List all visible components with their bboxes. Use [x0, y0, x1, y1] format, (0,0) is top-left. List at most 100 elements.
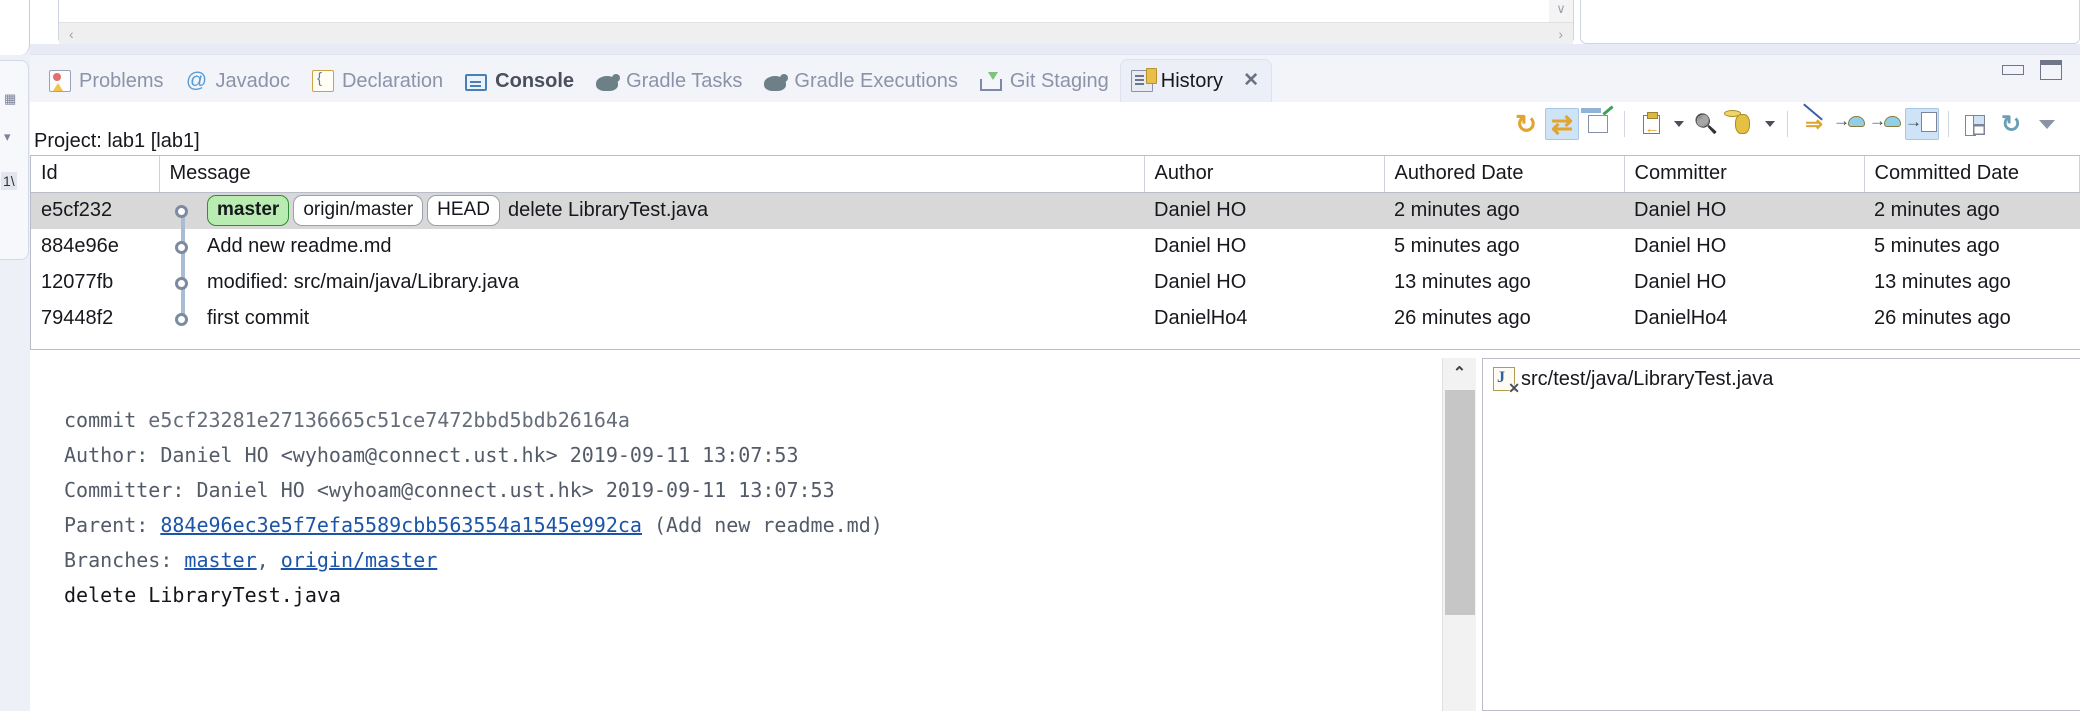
filter-dropdown-icon[interactable]: [1761, 108, 1778, 140]
view-window-controls: [2002, 60, 2062, 80]
show-comment-icon[interactable]: [1905, 108, 1939, 140]
detail-vertical-scrollbar[interactable]: ⌃: [1442, 358, 1476, 711]
commit-message-text: modified: src/main/java/Library.java: [207, 271, 519, 293]
filter-icon[interactable]: [1725, 108, 1759, 140]
layout-columns-icon[interactable]: [1958, 108, 1992, 140]
ref-badge-master[interactable]: master: [207, 195, 290, 226]
commit-detail-split: commit e5cf23281e27136665c51ce7472bbd5bd…: [30, 352, 2080, 711]
tab-git-staging[interactable]: Git Staging: [969, 59, 1120, 103]
scroll-up-icon[interactable]: ⌃: [1443, 358, 1476, 388]
commit-id: e5cf232: [31, 192, 159, 229]
editor-vertical-scrollbar[interactable]: ∨: [1549, 0, 1573, 22]
commit-author: Daniel HO: [1144, 192, 1384, 229]
scroll-left-icon[interactable]: ‹: [69, 26, 74, 42]
table-row[interactable]: 884e96e Add new readme.md Daniel HO 5 minut…: [31, 228, 2080, 265]
commit-graph-node: [159, 264, 207, 301]
column-header-committed-date[interactable]: Committed Date: [1864, 156, 2080, 193]
commit-committed-date: 13 minutes ago: [1874, 271, 2011, 293]
select-repository-icon[interactable]: [1634, 108, 1668, 140]
tab-label: Javadoc: [215, 69, 290, 92]
column-header-authored-date[interactable]: Authored Date: [1384, 156, 1625, 193]
git-staging-icon: [979, 71, 1002, 91]
history-icon: [1130, 68, 1157, 92]
detail-parent-suffix: (Add new readme.md): [641, 513, 883, 537]
tab-label: Console: [495, 69, 575, 92]
tab-label: Declaration: [341, 69, 444, 92]
commit-committer: Daniel HO: [1624, 192, 1864, 229]
tab-history[interactable]: History ✕: [1119, 59, 1273, 103]
refresh-icon[interactable]: [1509, 108, 1543, 140]
scrollbar-thumb[interactable]: [1445, 390, 1475, 615]
view-tab-bar: Problems @ Javadoc Declaration Console Gradle…: [30, 54, 2080, 103]
commit-message-cell: modified: src/main/java/Library.java: [159, 264, 1144, 301]
gradle-tasks-icon: [596, 73, 621, 91]
console-icon: [465, 73, 488, 91]
toolbar-separator: [1948, 111, 1949, 137]
reverse-sort-icon[interactable]: [1994, 108, 2028, 140]
show-first-parent-icon[interactable]: [1833, 108, 1867, 140]
commit-committed-date: 26 minutes ago: [1874, 307, 2011, 329]
history-toolbar: [30, 102, 2080, 146]
view-menu-icon[interactable]: [2030, 108, 2064, 140]
show-additional-refs-icon[interactable]: [1869, 108, 1903, 140]
tab-problems[interactable]: Problems: [38, 59, 174, 103]
editor-panel-partial: ∨ ‹ ›: [58, 0, 1574, 45]
select-repository-dropdown-icon[interactable]: [1670, 108, 1687, 140]
commit-message-text: Add new readme.md: [207, 235, 392, 257]
maximize-view-button[interactable]: [2040, 60, 2062, 80]
ref-badge-head[interactable]: HEAD: [427, 195, 500, 226]
detail-commit-hash: e5cf23281e27136665c51ce7472bbd5bdb26164a: [148, 408, 630, 432]
column-header-id[interactable]: Id: [31, 156, 160, 193]
java-file-deleted-icon: [1493, 367, 1520, 395]
editor-canvas: [59, 0, 1549, 21]
tab-javadoc[interactable]: @ Javadoc: [174, 59, 301, 103]
commit-table: Id Message Author Authored Date Committer Com…: [30, 155, 2080, 350]
close-icon[interactable]: ✕: [1241, 71, 1261, 91]
table-row[interactable]: 12077fb modified: src/main/java/Library.j…: [31, 264, 2080, 301]
detail-author-label: Author:: [64, 443, 161, 467]
branch-link-master[interactable]: master: [184, 548, 256, 572]
ref-badge-origin-master[interactable]: origin/master: [293, 195, 424, 226]
commit-authored-date: 26 minutes ago: [1394, 307, 1531, 329]
commit-detail-pane: commit e5cf23281e27136665c51ce7472bbd5bd…: [30, 358, 1442, 711]
search-icon[interactable]: [1689, 108, 1723, 140]
list-item[interactable]: src/test/java/LibraryTest.java: [1483, 359, 2080, 395]
minimize-view-button[interactable]: [2002, 65, 2024, 75]
tab-gradle-tasks[interactable]: Gradle Tasks: [585, 59, 753, 103]
left-rail-minimized-view[interactable]: [0, 60, 29, 260]
scroll-right-icon[interactable]: ›: [1558, 26, 1563, 42]
column-header-author[interactable]: Author: [1144, 156, 1385, 193]
left-rail-top-tab[interactable]: [0, 0, 30, 55]
problems-icon: [49, 70, 71, 92]
column-header-message[interactable]: Message: [159, 156, 1145, 193]
rail-label: 1\: [1, 172, 17, 190]
commit-committer: Daniel HO: [1634, 271, 1727, 293]
table-row[interactable]: e5cf232 master origin/master HEAD delete Lib…: [31, 192, 2080, 229]
branch-link-origin-master[interactable]: origin/master: [281, 548, 438, 572]
parent-commit-link[interactable]: 884e96ec3e5f7efa5589cbb563554a1545e992ca: [160, 513, 642, 537]
tab-console[interactable]: Console: [454, 59, 585, 103]
compare-mode-icon[interactable]: [1545, 108, 1579, 140]
rail-document-icon[interactable]: ▦: [4, 92, 16, 105]
detail-author-value: Daniel HO <wyhoam@connect.ust.hk> 2019-0…: [160, 443, 799, 467]
tab-declaration[interactable]: Declaration: [301, 59, 454, 103]
column-header-committer[interactable]: Committer: [1624, 156, 1865, 193]
editor-horizontal-scrollbar[interactable]: ‹ ›: [59, 22, 1573, 45]
show-all-branches-icon[interactable]: [1797, 108, 1831, 140]
commit-authored-date: 13 minutes ago: [1394, 271, 1531, 293]
split-divider[interactable]: [30, 352, 2080, 354]
commit-message-cell: master origin/master HEAD delete LibraryTes…: [159, 192, 1144, 229]
table-row[interactable]: 79448f2 first commit DanielHo4 26 minutes a…: [31, 300, 2080, 337]
toolbar-separator: [1624, 111, 1625, 137]
panel-gap: [30, 44, 2080, 54]
rail-chevron-down-icon[interactable]: ▾: [4, 130, 11, 143]
tab-label: Problems: [79, 69, 164, 92]
toolbar-separator: [1787, 111, 1788, 137]
tab-gradle-executions[interactable]: Gradle Executions: [753, 59, 968, 103]
commit-table-header: Id Message Author Authored Date Committer Com…: [31, 156, 2080, 193]
left-rail: ▦ ▾ 1\: [0, 0, 30, 711]
declaration-icon: [311, 70, 334, 92]
tab-label: History: [1160, 69, 1224, 92]
show-in-editor-icon[interactable]: [1581, 108, 1615, 140]
commit-author: Daniel HO: [1154, 235, 1247, 257]
